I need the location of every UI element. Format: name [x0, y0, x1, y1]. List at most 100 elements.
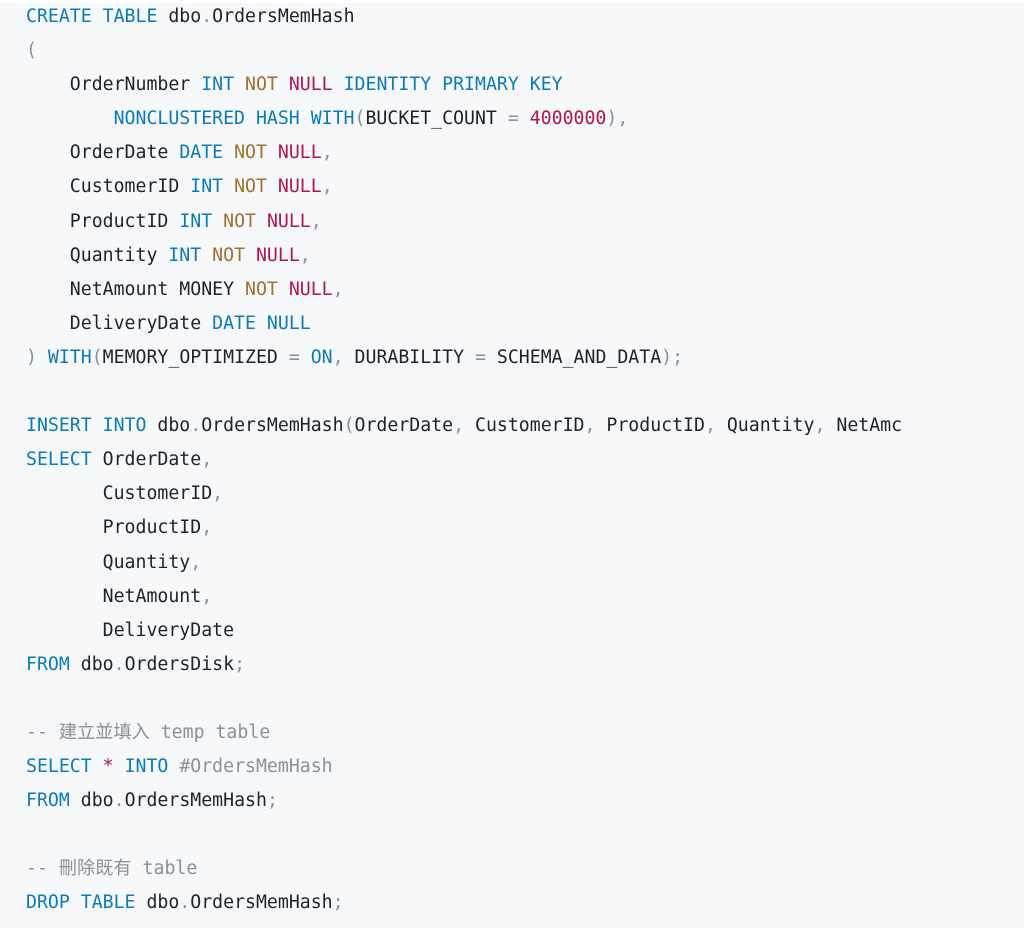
token-comment: -- 刪除既有 table [26, 858, 198, 880]
token-type: INT [168, 244, 202, 266]
token-keyword: ON [310, 346, 333, 368]
token-identifier: OrderDate [354, 415, 454, 437]
token-punctuation: , [310, 210, 322, 232]
token-identifier [267, 176, 278, 197]
token-identifier: OrderNumber [26, 74, 202, 96]
token-identifier: CustomerID [26, 483, 213, 505]
token-punctuation: ), [606, 108, 629, 130]
token-punctuation: ( [91, 346, 103, 368]
token-identifier: DeliveryDate [26, 619, 235, 641]
token-punctuation: , [299, 244, 311, 266]
token-identifier [519, 108, 530, 129]
token-null-literal: NULL [277, 176, 322, 198]
token-keyword: INTO [124, 756, 169, 778]
token-null-literal: NULL [255, 244, 300, 266]
token-keyword: WITH [47, 346, 92, 368]
code-line: DeliveryDate DATE NULL [26, 307, 1024, 341]
token-identifier: DeliveryDate [26, 312, 213, 334]
token-punctuation: . [179, 892, 191, 914]
code-line: ProductID, [26, 511, 1024, 545]
token-type: INT [190, 176, 224, 198]
token-identifier: dbo [157, 6, 202, 27]
token-identifier [223, 176, 234, 197]
token-identifier: OrdersMemHash [201, 415, 344, 437]
token-identifier: OrderDate [26, 142, 180, 164]
token-number-literal: 4000000 [529, 108, 607, 130]
token-comment: -- 建立並填入 temp table [26, 721, 271, 743]
code-line: NetAmount, [26, 580, 1024, 614]
code-line: SELECT * INTO #OrdersMemHash [26, 750, 1024, 784]
token-identifier: DURABILITY [343, 346, 475, 368]
code-line: FROM dbo.OrdersDisk; [26, 648, 1024, 682]
token-symbol: * [102, 756, 114, 778]
token-keyword: FROM [26, 790, 70, 812]
code-line: SELECT OrderDate, [26, 443, 1024, 477]
token-punctuation: ) [26, 346, 37, 368]
token-identifier: dbo [69, 790, 114, 812]
code-block: CREATE TABLE dbo.OrdersMemHash( OrderNum… [0, 0, 1024, 928]
token-keyword: NULL [266, 312, 311, 334]
token-identifier [212, 211, 223, 232]
token-identifier: OrdersDisk [124, 653, 235, 675]
token-punctuation: ( [354, 108, 366, 130]
token-null-literal: NULL [277, 142, 322, 164]
token-punctuation: = [288, 346, 300, 368]
token-identifier: SCHEMA_AND_DATA [485, 346, 662, 368]
token-punctuation: ; [234, 653, 246, 675]
token-punctuation: , [321, 142, 333, 164]
token-punctuation: , [453, 415, 465, 437]
token-punctuation: ; [332, 892, 344, 914]
token-identifier: ProductID [595, 415, 705, 437]
token-operator: NOT [223, 210, 256, 232]
token-identifier [223, 142, 234, 163]
token-keyword: IDENTITY PRIMARY KEY [343, 74, 563, 96]
token-keyword: DROP TABLE [26, 892, 136, 914]
token-punctuation: . [113, 653, 125, 675]
code-line: -- 刪除既有 table [26, 852, 1024, 886]
token-type: DATE [179, 142, 224, 164]
token-identifier [245, 245, 256, 266]
token-punctuation: ); [661, 346, 684, 368]
token-type: DATE [212, 312, 256, 334]
code-line: CREATE TABLE dbo.OrdersMemHash [26, 0, 1024, 34]
token-keyword: CREATE TABLE [26, 6, 158, 27]
token-punctuation: . [190, 415, 202, 437]
token-null-literal: NULL [266, 210, 311, 232]
token-identifier: CustomerID [26, 176, 191, 198]
token-identifier: OrdersMemHash [190, 892, 333, 914]
code-line: NONCLUSTERED HASH WITH(BUCKET_COUNT = 40… [26, 102, 1024, 136]
token-identifier: BUCKET_COUNT [365, 108, 508, 130]
token-keyword: SELECT [26, 449, 92, 471]
token-null-literal: NULL [288, 74, 333, 96]
token-identifier: OrdersMemHash [124, 790, 267, 812]
token-punctuation: ; [266, 790, 278, 812]
code-line: Quantity, [26, 546, 1024, 580]
token-operator: NOT [234, 176, 267, 198]
token-identifier [278, 74, 289, 95]
token-identifier [300, 347, 311, 368]
token-identifier: NetAmount MONEY [26, 278, 245, 300]
code-line: DeliveryDate [26, 614, 1024, 648]
token-null-literal: NULL [288, 278, 333, 300]
code-line: NetAmount MONEY NOT NULL, [26, 273, 1024, 307]
token-punctuation: , [814, 415, 826, 437]
token-operator: NOT [234, 142, 267, 164]
token-punctuation: . [201, 6, 213, 27]
code-line: INSERT INTO dbo.OrdersMemHash(OrderDate,… [26, 409, 1024, 443]
token-identifier [234, 74, 245, 95]
code-line: CustomerID, [26, 477, 1024, 511]
token-identifier [267, 142, 278, 163]
code-content: CREATE TABLE dbo.OrdersMemHash( OrderNum… [26, 0, 1024, 921]
token-punctuation: = [475, 346, 486, 368]
token-punctuation: , [212, 483, 224, 505]
code-line: Quantity INT NOT NULL, [26, 239, 1024, 273]
token-identifier [333, 74, 344, 95]
token-identifier: dbo [69, 653, 114, 675]
code-line: FROM dbo.OrdersMemHash; [26, 784, 1024, 818]
token-identifier: CustomerID [464, 415, 585, 437]
token-identifier [37, 347, 48, 368]
token-identifier [256, 313, 267, 334]
token-punctuation: , [201, 585, 213, 607]
